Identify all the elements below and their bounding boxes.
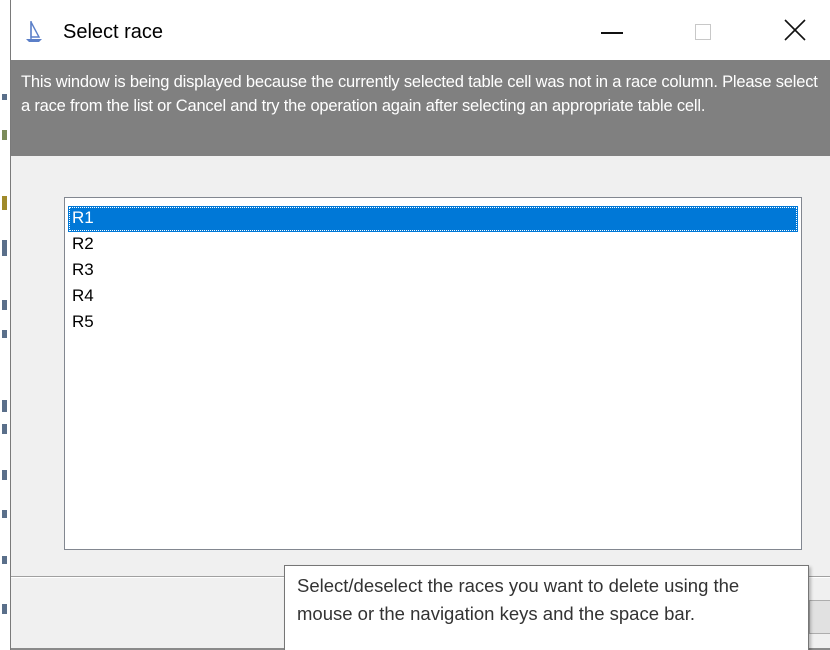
race-list-item[interactable]: R3 <box>68 258 798 284</box>
info-banner: This window is being displayed because t… <box>11 60 830 156</box>
maximize-icon <box>695 24 711 40</box>
background-app-mark <box>2 130 7 140</box>
screen: Select race This window is being display… <box>0 0 830 650</box>
race-list-item[interactable]: R2 <box>68 232 798 258</box>
background-app-mark <box>2 510 7 518</box>
race-listbox[interactable]: R1 R2 R3 R4 R5 <box>64 197 802 550</box>
background-app-mark <box>2 94 7 100</box>
background-app-mark <box>2 470 7 480</box>
title-bar[interactable]: Select race <box>11 0 830 60</box>
info-message: This window is being displayed because t… <box>21 73 818 115</box>
background-app-mark <box>2 300 7 310</box>
close-button[interactable] <box>763 0 829 60</box>
dialog-button-partial[interactable] <box>809 600 830 634</box>
minimize-button[interactable] <box>579 0 645 60</box>
tooltip-text: Select/deselect the races you want to de… <box>297 575 740 624</box>
sailboat-icon <box>23 20 47 44</box>
race-list-item[interactable]: R1 <box>68 206 798 232</box>
background-app-mark <box>2 556 7 564</box>
race-list-item[interactable]: R4 <box>68 284 798 310</box>
background-app-mark <box>2 196 7 210</box>
maximize-button <box>671 0 737 60</box>
background-app-mark <box>2 604 7 614</box>
tooltip: Select/deselect the races you want to de… <box>284 565 809 650</box>
background-app-mark <box>2 240 7 256</box>
background-app-mark <box>2 400 7 412</box>
race-list-item[interactable]: R5 <box>68 310 798 336</box>
window-title: Select race <box>63 21 164 43</box>
background-app-mark <box>2 424 7 434</box>
close-icon <box>783 18 807 42</box>
minimize-icon <box>601 32 623 34</box>
background-app-mark <box>2 330 7 338</box>
select-race-dialog: Select race This window is being display… <box>10 0 830 650</box>
